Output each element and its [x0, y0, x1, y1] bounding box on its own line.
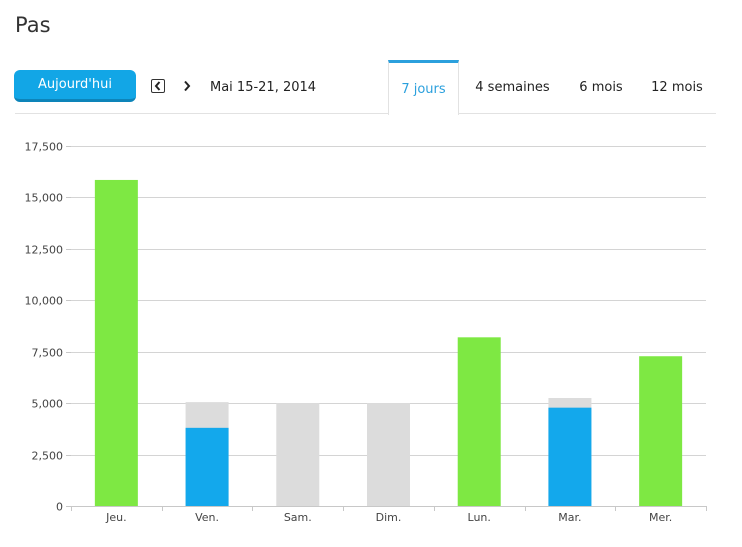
steps-bar: [548, 407, 592, 506]
steps-bar-goal-met: [639, 356, 683, 506]
goal-bar: [276, 403, 320, 506]
x-tick-label: Ven.: [195, 511, 219, 524]
y-tick-label: 15,000: [25, 192, 64, 205]
y-tick-label: 7,500: [32, 347, 64, 360]
steps-chart: 0 2,500 5,000 7,500 10,000 12,500 15,000 17,500…: [25, 141, 707, 524]
y-tick-label: 12,500: [25, 244, 64, 257]
y-tick-label: 10,000: [25, 295, 64, 308]
y-tick-label: 5,000: [32, 398, 64, 411]
x-tick-label: Mar.: [558, 511, 581, 524]
x-tick-label: Mer.: [649, 511, 672, 524]
x-tick-label: Jeu.: [105, 511, 126, 524]
goal-bar: [367, 403, 410, 506]
x-tick-label: Lun.: [468, 511, 491, 524]
y-tick-label: 17,500: [25, 141, 64, 154]
x-tick-label: Sam.: [284, 511, 312, 524]
steps-bar-goal-met: [457, 337, 501, 506]
steps-bar-goal-met: [94, 179, 138, 506]
x-tick-label: Dim.: [376, 511, 402, 524]
y-tick-label: 0: [56, 501, 63, 514]
y-tick-label: 2,500: [32, 450, 64, 463]
steps-bar: [185, 427, 229, 506]
